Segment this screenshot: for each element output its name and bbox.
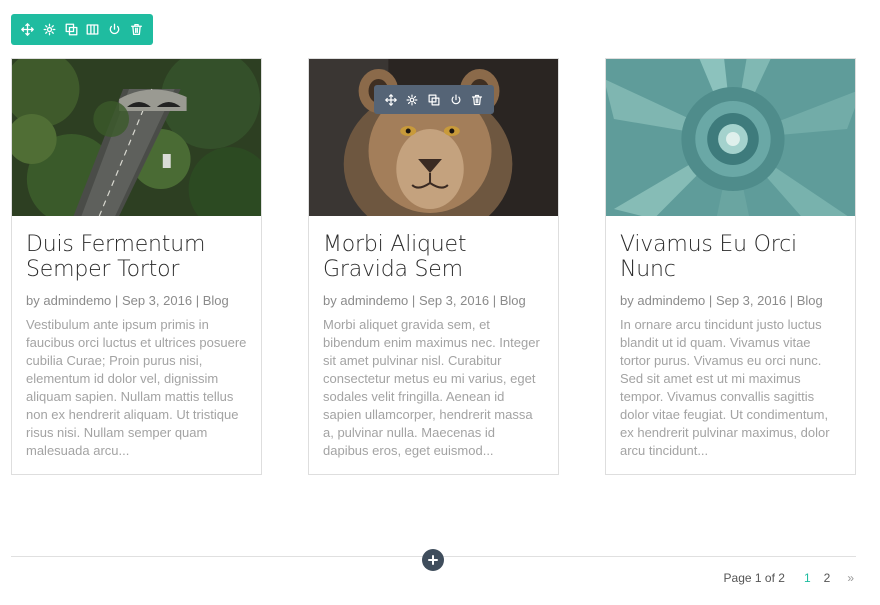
trash-icon[interactable]: [127, 21, 145, 39]
post-card: Duis Fermentum Semper Tortor by admindem…: [11, 58, 262, 475]
post-author-link[interactable]: admindemo: [340, 293, 408, 308]
columns-icon[interactable]: [84, 21, 102, 39]
post-author-link[interactable]: admindemo: [43, 293, 111, 308]
post-category-link[interactable]: Blog: [203, 293, 229, 308]
post-thumbnail-succulent-plant[interactable]: [606, 59, 855, 216]
move-icon[interactable]: [19, 21, 37, 39]
post-author-link[interactable]: admindemo: [637, 293, 705, 308]
pagination: Page 1 of 2 1 2 »: [724, 571, 854, 585]
post-date: Sep 3, 2016: [418, 293, 490, 308]
post-meta: by admindemo | Sep 3, 2016 | Blog: [26, 293, 229, 308]
move-icon[interactable]: [382, 91, 400, 109]
post-title[interactable]: Vivamus Eu Orci Nunc: [620, 232, 841, 282]
post-meta: by admindemo | Sep 3, 2016 | Blog: [323, 293, 526, 308]
power-icon[interactable]: [447, 91, 465, 109]
page-link-1[interactable]: 1: [804, 571, 811, 585]
page-link-2[interactable]: 2: [824, 571, 831, 585]
duplicate-icon[interactable]: [425, 91, 443, 109]
duplicate-icon[interactable]: [62, 21, 80, 39]
plus-icon: [428, 555, 438, 565]
pagination-label: Page 1 of 2: [723, 571, 785, 585]
module-toolbar: [374, 85, 494, 114]
post-date: Sep 3, 2016: [121, 293, 193, 308]
post-excerpt: Morbi aliquet gravida sem, et bibendum e…: [323, 317, 540, 458]
post-title[interactable]: Duis Fermentum Semper Tortor: [26, 232, 247, 282]
post-excerpt: Vestibulum ante ipsum primis in faucibus…: [26, 317, 247, 458]
post-title[interactable]: Morbi Aliquet Gravida Sem: [323, 232, 544, 282]
trash-icon[interactable]: [468, 91, 486, 109]
power-icon[interactable]: [105, 21, 123, 39]
settings-icon[interactable]: [403, 91, 421, 109]
post-card: Morbi Aliquet Gravida Sem by admindemo |…: [308, 58, 559, 475]
post-excerpt: In ornare arcu tincidunt justo luctus bl…: [620, 317, 830, 458]
post-thumbnail-lioness-portrait[interactable]: [309, 59, 558, 216]
section-toolbar: [11, 14, 153, 45]
next-page-link[interactable]: »: [847, 571, 854, 585]
post-thumbnail-aerial-forest-highway[interactable]: [12, 59, 261, 216]
post-meta: by admindemo | Sep 3, 2016 | Blog: [620, 293, 823, 308]
add-row-button[interactable]: [422, 549, 444, 571]
post-card: Vivamus Eu Orci Nunc by admindemo | Sep …: [605, 58, 856, 475]
post-date: Sep 3, 2016: [715, 293, 787, 308]
post-category-link[interactable]: Blog: [500, 293, 526, 308]
settings-icon[interactable]: [40, 21, 58, 39]
post-category-link[interactable]: Blog: [797, 293, 823, 308]
